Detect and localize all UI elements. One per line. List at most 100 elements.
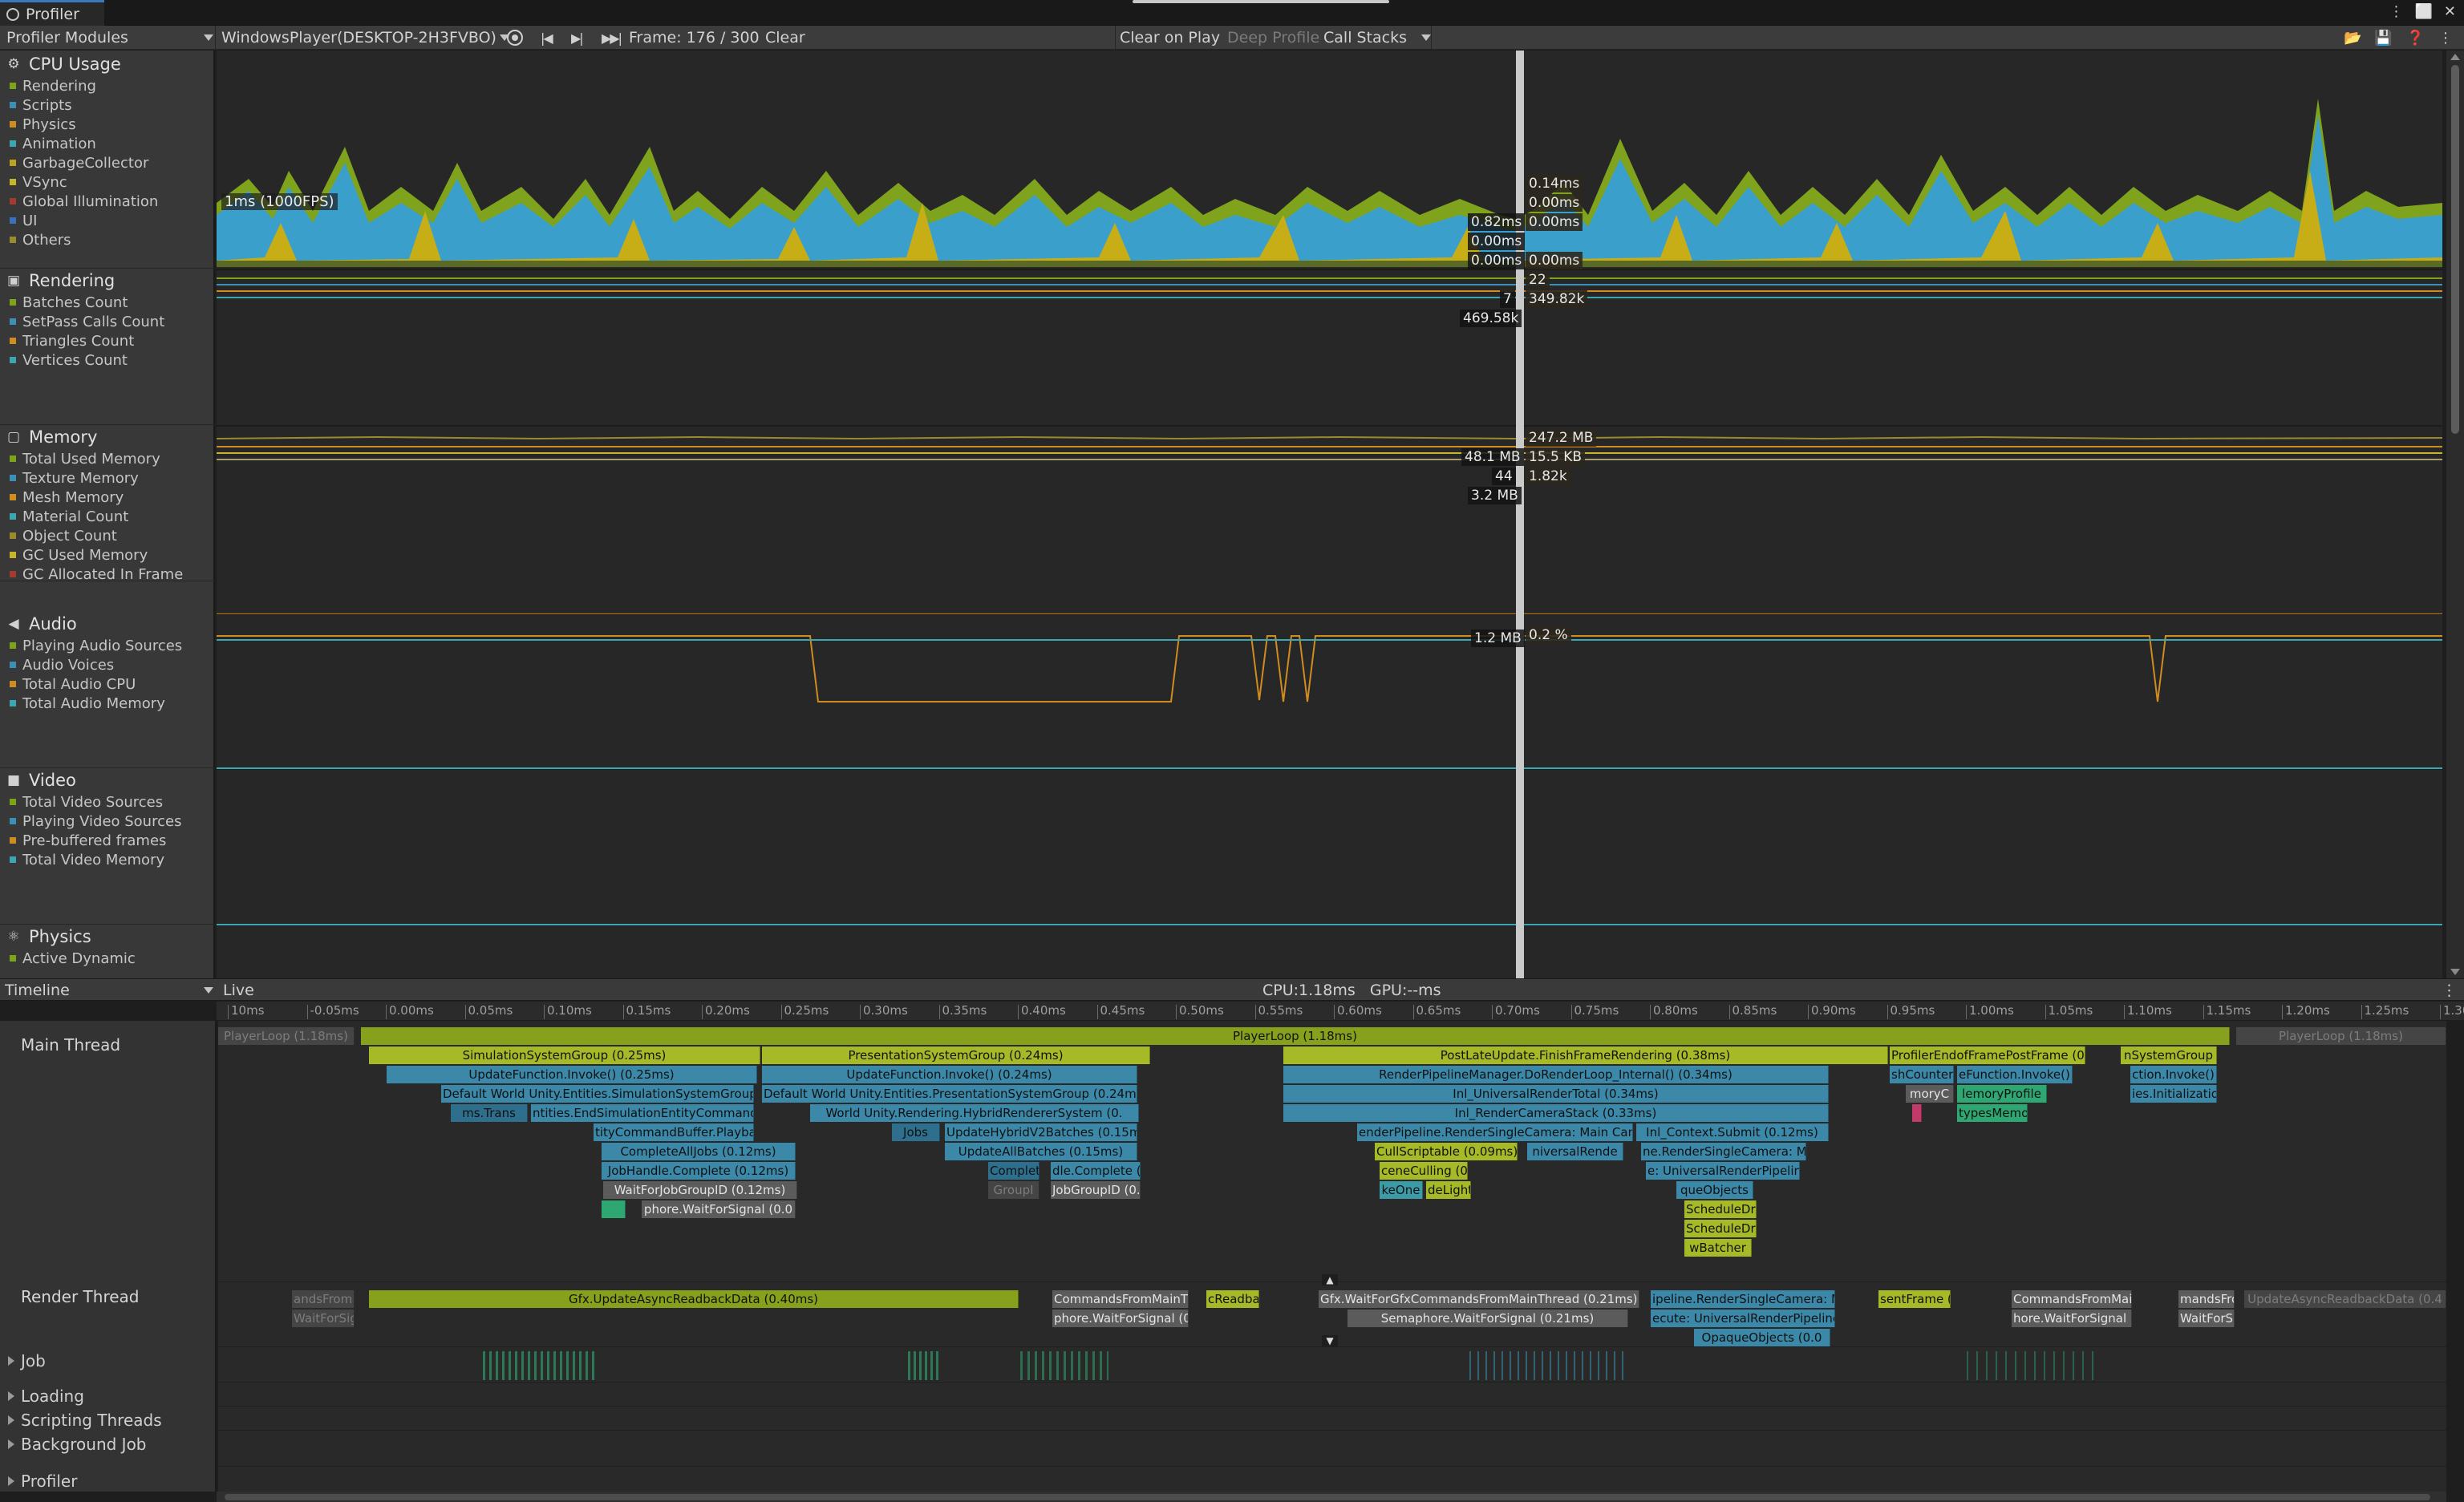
legend-item[interactable]: Rendering (0, 76, 215, 95)
legend-item[interactable]: Batches Count (0, 293, 215, 312)
collapse-down-icon[interactable]: ▼ (1322, 1335, 1338, 1346)
legend-item[interactable]: GarbageCollector (0, 153, 215, 172)
timeline-view[interactable]: PlayerLoop (1.18ms) PlayerLoop (1.18ms) … (218, 1021, 2446, 1492)
timeline-sample[interactable]: typesMemo (1957, 1104, 2028, 1122)
legend-item[interactable]: Total Used Memory (0, 449, 215, 468)
menu-button[interactable]: ⋮ (2438, 26, 2453, 50)
timeline-sample[interactable]: moryC (1906, 1085, 1954, 1103)
timeline-sample[interactable]: ecute: UniversalRenderPipelineAs (1651, 1310, 1835, 1327)
timeline-sample[interactable]: shCounter (1890, 1066, 1954, 1083)
timeline-sample[interactable]: UpdateFunction.Invoke() (0.24ms) (762, 1066, 1137, 1083)
record-button[interactable] (507, 26, 523, 50)
timeline-sample[interactable]: CullScriptable (0.09ms) (1375, 1143, 1518, 1160)
legend-item[interactable]: Scripts (0, 95, 215, 115)
timeline-sample[interactable]: deLights (1426, 1181, 1471, 1199)
target-player-dropdown[interactable]: WindowsPlayer(DESKTOP-2H3FVBO) (221, 26, 509, 50)
timeline-sample[interactable]: wBatcher (1684, 1239, 1752, 1257)
legend-item[interactable]: VSync (0, 172, 215, 192)
timeline-sample[interactable]: ms.Trans (451, 1104, 528, 1122)
timeline-sample[interactable]: dle.Complete (0. (1051, 1162, 1141, 1180)
legend-item[interactable]: Mesh Memory (0, 488, 215, 507)
timeline-sample[interactable]: UpdateAllBatches (0.15ms) (945, 1143, 1137, 1160)
module-rendering[interactable]: ▣ Rendering Batches Count SetPass Calls C… (0, 269, 215, 425)
legend-item[interactable]: Playing Video Sources (0, 812, 215, 831)
timeline-sample[interactable]: enderPipeline.RenderSingleCamera: Main C… (1357, 1123, 1633, 1141)
legend-item[interactable]: Object Count (0, 526, 215, 545)
previous-frame-button[interactable]: |◀ (541, 26, 553, 50)
legend-item[interactable]: GC Used Memory (0, 545, 215, 565)
timeline-sample[interactable]: eFunction.Invoke() (0. (1957, 1066, 2073, 1083)
timeline-sample[interactable]: ScheduleDr (1684, 1220, 1757, 1237)
timeline-sample[interactable]: CommandsFromMain (2012, 1290, 2132, 1308)
legend-item[interactable]: Vertices Count (0, 350, 215, 370)
scrollbar-thumb[interactable] (225, 1494, 2430, 1500)
legend-item[interactable]: Total Audio CPU (0, 674, 215, 694)
timeline-sample[interactable]: Default World Unity.Entities.SimulationS… (441, 1085, 754, 1103)
save-button[interactable]: 💾 (2374, 26, 2392, 50)
legend-item[interactable]: Animation (0, 134, 215, 153)
legend-item[interactable]: Physics (0, 115, 215, 134)
timeline-sample[interactable]: ction.Invoke() (2130, 1066, 2217, 1083)
timeline-sample[interactable]: UpdateFunction.Invoke() (0.25ms) (387, 1066, 757, 1083)
timeline-sample[interactable] (602, 1200, 626, 1218)
timeline-ruler[interactable]: 10ms -0.05ms 0.00ms 0.05ms 0.10ms 0.15ms 0.20m… (217, 1002, 2464, 1021)
legend-item[interactable]: Total Audio Memory (0, 694, 215, 713)
clear-on-play-toggle[interactable]: Clear on Play (1120, 26, 1220, 50)
timeline-sample[interactable]: CommandsFromMainTh (1052, 1290, 1189, 1308)
next-frame-button[interactable]: ▶| (571, 26, 584, 50)
collapse-up-icon[interactable]: ▲ (1322, 1274, 1338, 1285)
more-options-icon[interactable]: ⋮ (2389, 3, 2403, 20)
module-cpu-usage[interactable]: ⚙ CPU Usage Rendering Scripts Physics Anima… (0, 52, 215, 269)
deep-profile-toggle[interactable]: Deep Profile (1227, 26, 1319, 50)
thread-group-profiler[interactable]: Profiler (0, 1472, 77, 1491)
details-menu-button[interactable]: ⋮ (2442, 979, 2457, 1002)
scroll-down-icon[interactable] (2450, 969, 2460, 975)
frame-cursor[interactable] (1516, 51, 1524, 978)
module-physics[interactable]: ⚛ Physics Active Dynamic (0, 925, 215, 978)
timeline-sample[interactable]: Inl_UniversalRenderTotal (0.34ms) (1283, 1085, 1829, 1103)
timeline-sample[interactable]: Complet (988, 1162, 1040, 1180)
timeline-sample[interactable]: ScheduleDr (1684, 1200, 1757, 1218)
thread-group-background[interactable]: Background Job (0, 1435, 147, 1454)
profiler-modules-dropdown[interactable]: Profiler Modules (6, 26, 213, 50)
timeline-sample[interactable]: hore.WaitForSignal (0 (2012, 1310, 2132, 1327)
help-button[interactable]: ❓ (2406, 26, 2424, 50)
timeline-sample[interactable]: Jobs (892, 1123, 940, 1141)
timeline-sample[interactable]: ceneCulling (0.07m (1380, 1162, 1468, 1180)
timeline-sample[interactable]: andsFrom (292, 1290, 355, 1308)
thread-group-loading[interactable]: Loading (0, 1387, 84, 1406)
thread-main[interactable]: Main Thread (21, 1035, 120, 1055)
legend-item[interactable]: UI (0, 211, 215, 230)
legend-item[interactable]: Playing Audio Sources (0, 636, 215, 655)
module-audio[interactable]: ◀ Audio Playing Audio Sources Audio Voice… (0, 612, 215, 768)
timeline-sample[interactable]: CompleteAllJobs (0.12ms) (602, 1143, 796, 1160)
timeline-sample[interactable]: PlayerLoop (1.18ms) (2236, 1027, 2446, 1045)
timeline-sample[interactable]: ipeline.RenderSingleCamera: Main (1651, 1290, 1835, 1308)
timeline-sample[interactable]: Default World Unity.Entities.Presentatio… (762, 1085, 1137, 1103)
timeline-sample[interactable]: Gfx.UpdateAsyncReadbackData (0.40ms) (369, 1290, 1019, 1308)
legend-item[interactable]: Global Illumination (0, 192, 215, 211)
timeline-sample[interactable]: ntities.EndSimulationEntityCommandBu (531, 1104, 754, 1122)
timeline-sample[interactable]: PresentationSystemGroup (0.24ms) (762, 1047, 1150, 1064)
timeline-sample[interactable]: RenderPipelineManager.DoRenderLoop_Inter… (1283, 1066, 1829, 1083)
timeline-sample[interactable]: e: UniversalRenderPipeline (1646, 1162, 1800, 1180)
maximize-icon[interactable]: ⬜ (2414, 3, 2432, 20)
timeline-sample[interactable]: nSystemGroup (2121, 1047, 2217, 1064)
timeline-sample[interactable]: Inl_RenderCameraStack (0.33ms) (1283, 1104, 1829, 1122)
timeline-sample[interactable]: sentFrame ( (1878, 1290, 1951, 1308)
legend-item[interactable]: Pre-buffered frames (0, 831, 215, 850)
legend-item[interactable]: Material Count (0, 507, 215, 526)
timeline-sample[interactable]: GroupI (988, 1181, 1040, 1199)
timeline-sample[interactable]: WaitForSign (292, 1310, 355, 1327)
timeline-sample[interactable]: ne.RenderSingleCamera: M (1641, 1143, 1806, 1160)
load-button[interactable]: 📂 (2344, 26, 2361, 50)
timeline-sample[interactable]: ies.Initializatio (2130, 1085, 2217, 1103)
timeline-sample[interactable]: SimulationSystemGroup (0.25ms) (369, 1047, 760, 1064)
call-stacks-dropdown[interactable]: Call Stacks (1323, 26, 1432, 50)
timeline-sample[interactable]: JobGroupID (0. (1051, 1181, 1141, 1199)
timeline-sample[interactable]: Semaphore.WaitForSignal (0.21ms) (1348, 1310, 1628, 1327)
scrollbar-thumb[interactable] (2451, 65, 2459, 434)
timeline-sample[interactable]: PlayerLoop (1.18ms) (361, 1027, 2230, 1045)
legend-item[interactable]: Total Video Memory (0, 850, 215, 869)
timeline-sample[interactable] (1912, 1104, 1922, 1122)
